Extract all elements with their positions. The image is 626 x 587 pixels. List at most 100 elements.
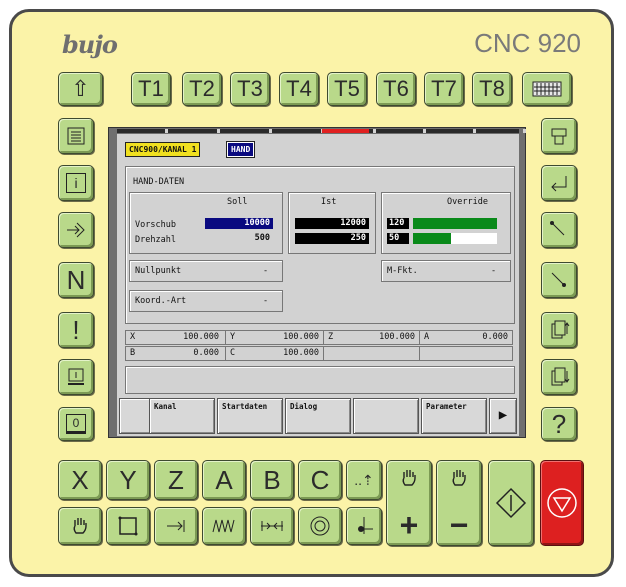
axis-c-key[interactable]: C: [298, 460, 342, 500]
override-spindle-fill: [413, 233, 451, 244]
rotate-key[interactable]: [346, 507, 382, 545]
arrow-in-icon: [67, 222, 85, 238]
help-key[interactable]: ?: [541, 407, 577, 441]
tab-mode[interactable]: HAND: [225, 141, 256, 158]
axis-z-cell: Z 100.000: [324, 331, 420, 344]
nullpunkt-label: Nullpunkt: [135, 266, 182, 276]
override-header: Override: [447, 197, 488, 207]
t5-key[interactable]: T5: [327, 72, 367, 106]
spiral-icon: [212, 519, 235, 533]
cnc-screen: CNC900/KANAL 1 HAND HAND-DATEN Soll Vors…: [117, 134, 519, 436]
printer-key[interactable]: [541, 118, 577, 154]
more-axes-key[interactable]: ..⇡: [346, 460, 382, 500]
hand-mode-key[interactable]: [58, 507, 102, 545]
info-key[interactable]: i: [58, 165, 94, 201]
line-down-key[interactable]: [541, 262, 577, 298]
exclamation-key[interactable]: !: [58, 312, 94, 348]
axis-a-cell: A 0.000: [424, 332, 508, 342]
brand-logo: bujo: [62, 30, 118, 59]
ist-header: Ist: [321, 197, 337, 207]
message-line: [125, 366, 515, 394]
keyboard-key[interactable]: [522, 72, 572, 106]
shift-up-key[interactable]: ⇧: [58, 72, 103, 106]
double-arrow-key[interactable]: [250, 507, 294, 545]
t8-key[interactable]: T8: [472, 72, 512, 106]
arrow-bar-icon: [167, 520, 185, 532]
cycle-start-key[interactable]: [488, 460, 534, 546]
t3-key[interactable]: T3: [230, 72, 270, 106]
plus-icon: +: [399, 507, 419, 543]
box-underline-icon: [68, 368, 84, 385]
screen-top-strip: [117, 129, 526, 133]
zero-icon: 0: [66, 414, 86, 434]
tab-channel[interactable]: CNC900/KANAL 1: [125, 142, 201, 157]
softkey-5[interactable]: [353, 398, 419, 434]
line-up-key[interactable]: [541, 212, 577, 248]
printer-icon: [551, 128, 567, 145]
softkey-kanal[interactable]: Kanal: [149, 398, 215, 434]
t6-key[interactable]: T6: [376, 72, 416, 106]
shift-up-icon: ⇧: [71, 76, 90, 101]
override-feed-fill: [413, 218, 497, 229]
koord-value: -: [263, 296, 269, 306]
frame-key[interactable]: [106, 507, 150, 545]
line-down-icon: [551, 272, 566, 287]
axis-x-key[interactable]: X: [58, 460, 102, 500]
circle-key[interactable]: [298, 507, 342, 545]
list-icon: [67, 127, 85, 145]
n-key[interactable]: N: [58, 262, 94, 298]
axis-x-cell: X 100.000: [126, 331, 226, 344]
axis-b-cell: B 0.000: [126, 347, 226, 360]
zero-key[interactable]: 0: [58, 407, 94, 441]
page-down-key[interactable]: [541, 359, 577, 395]
axis-y-cell: Y 100.000: [226, 331, 324, 344]
t2-key[interactable]: T2: [182, 72, 222, 106]
jog-minus-key[interactable]: −: [436, 460, 482, 546]
minus-icon: −: [449, 507, 469, 543]
soll-header: Soll: [227, 197, 248, 207]
mfkt-label: M-Fkt.: [387, 266, 418, 276]
softkey-dialog[interactable]: Dialog: [285, 398, 351, 434]
line-up-icon: [550, 221, 565, 236]
arrow-bar-key[interactable]: [154, 507, 198, 545]
softkey-parameter[interactable]: Parameter: [421, 398, 487, 434]
override-spindle-bar: [413, 233, 497, 244]
keyboard-icon: [532, 81, 562, 97]
drehzahl-ist-value: 250: [295, 233, 369, 244]
axis-row-2: B 0.000 C 100.000: [125, 346, 513, 361]
vorschub-soll-field[interactable]: 10000: [205, 218, 273, 229]
page-up-key[interactable]: [541, 312, 577, 348]
enter-key[interactable]: [541, 165, 577, 201]
page-down-icon: [551, 367, 570, 386]
axis-y-key[interactable]: Y: [106, 460, 150, 500]
axis-empty-cell: [324, 347, 420, 360]
softkey-startdaten[interactable]: Startdaten: [217, 398, 283, 434]
stop-key[interactable]: [540, 460, 584, 546]
axis-z-key[interactable]: Z: [154, 460, 198, 500]
t4-key[interactable]: T4: [279, 72, 319, 106]
vorschub-ist-value: 12000: [295, 218, 369, 229]
drehzahl-soll-field[interactable]: 500: [205, 233, 273, 244]
arrow-in-key[interactable]: [58, 212, 94, 248]
mfkt-value: -: [491, 266, 497, 276]
t7-key[interactable]: T7: [424, 72, 464, 106]
axis-row-1: X 100.000 Y 100.000 Z 100.000 A 0.000: [125, 330, 513, 345]
jog-plus-key[interactable]: +: [386, 460, 432, 546]
drehzahl-label: Drehzahl: [135, 235, 176, 245]
axis-c-cell: C 100.000: [226, 347, 324, 360]
double-arrow-icon: [261, 521, 283, 531]
axis-a-key[interactable]: A: [202, 460, 246, 500]
list-key[interactable]: [58, 118, 94, 154]
t1-key[interactable]: T1: [131, 72, 171, 106]
start-icon: [495, 487, 527, 519]
axis-b-key[interactable]: B: [250, 460, 294, 500]
circle-icon: [310, 516, 330, 536]
box-underline-key[interactable]: [58, 359, 94, 395]
frame-icon: [118, 516, 138, 536]
model-name: CNC 920: [474, 28, 581, 58]
override-spindle-value: 50: [387, 233, 409, 244]
softkey-next[interactable]: ▶: [489, 398, 517, 434]
hand-icon: [73, 518, 87, 534]
nullpunkt-value: -: [263, 266, 269, 276]
spiral-key[interactable]: [202, 507, 246, 545]
